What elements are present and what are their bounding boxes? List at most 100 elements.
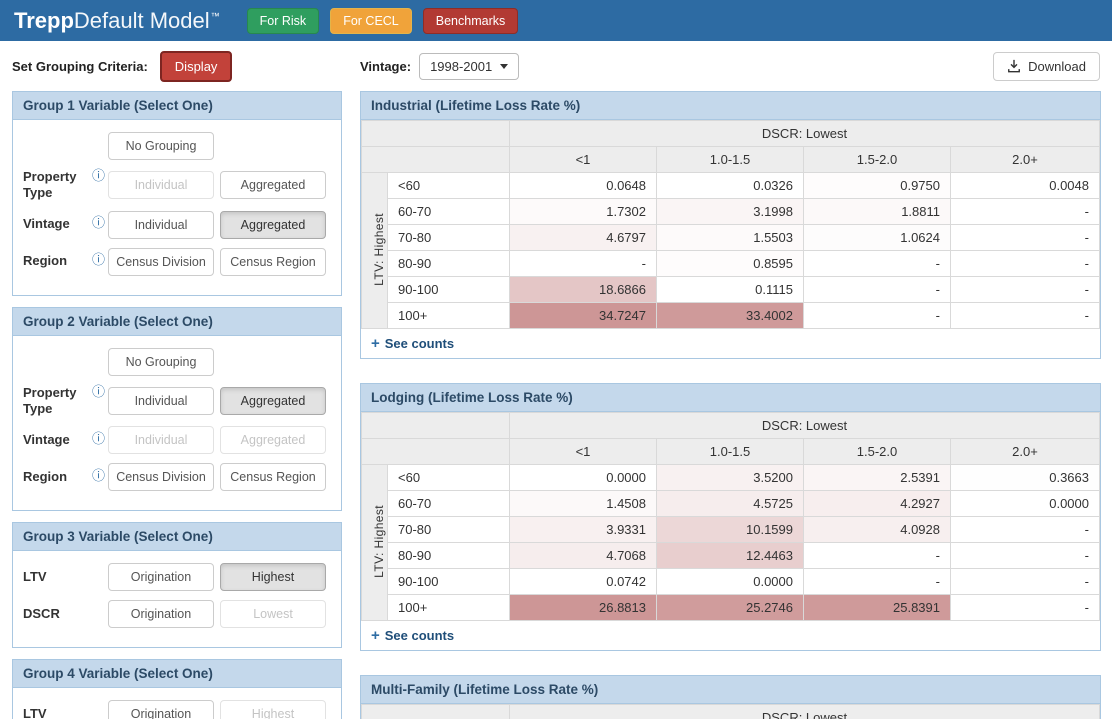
value-cell: 25.8391: [804, 595, 951, 621]
table-row: 80-904.706812.4463--: [362, 543, 1100, 569]
table-row: 60-701.73023.19981.8811-: [362, 199, 1100, 225]
option-button[interactable]: Aggregated: [220, 211, 326, 239]
info-icon[interactable]: ⓘ: [92, 168, 105, 184]
loss-rate-table: DSCR: Lowest<11.0-1.51.5-2.02.0+: [361, 704, 1100, 719]
option-label-text: LTV: [23, 569, 47, 584]
info-icon[interactable]: ⓘ: [92, 468, 105, 484]
value-cell: -: [804, 251, 951, 277]
row-header: 90-100: [388, 569, 510, 595]
brand-bold: Trepp: [14, 8, 74, 33]
group-panel: Group 2 Variable (Select One) No Grouping…: [12, 307, 342, 512]
value-cell: 4.5725: [657, 491, 804, 517]
value-cell: 4.2927: [804, 491, 951, 517]
option-button[interactable]: Census Region: [220, 463, 326, 491]
column-group-label: DSCR: Lowest: [510, 705, 1100, 719]
option-button[interactable]: Individual: [108, 387, 214, 415]
corner-cell: [362, 147, 510, 173]
option-button[interactable]: Highest: [220, 563, 326, 591]
vintage-select[interactable]: 1998-2001: [419, 53, 519, 80]
option-label: Property Type ⓘ: [23, 169, 108, 202]
row-header: 80-90: [388, 251, 510, 277]
value-cell: -: [804, 543, 951, 569]
option-label: LTV: [23, 569, 108, 585]
see-counts-label: See counts: [385, 336, 454, 351]
option-button[interactable]: Origination: [108, 600, 214, 628]
plus-icon: +: [371, 628, 380, 643]
info-icon[interactable]: ⓘ: [92, 431, 105, 447]
vintage-label: Vintage:: [360, 59, 411, 74]
value-cell: 0.0326: [657, 173, 804, 199]
column-header: <1: [510, 439, 657, 465]
table-title: Lodging (Lifetime Loss Rate %): [361, 384, 1100, 412]
no-grouping-button[interactable]: No Grouping: [108, 132, 214, 160]
info-icon[interactable]: ⓘ: [92, 215, 105, 231]
option-button: Aggregated: [220, 426, 326, 454]
option-button[interactable]: Aggregated: [220, 171, 326, 199]
brand-regular: Default Model: [74, 8, 210, 33]
display-button[interactable]: Display: [160, 51, 233, 82]
info-icon[interactable]: ⓘ: [92, 384, 105, 400]
table-panel: Multi-Family (Lifetime Loss Rate %)DSCR:…: [360, 675, 1101, 719]
corner-cell: [362, 439, 510, 465]
sidebar: Group 1 Variable (Select One)No Grouping…: [12, 91, 342, 719]
plus-icon: +: [371, 336, 380, 351]
download-label: Download: [1028, 59, 1086, 74]
group-panel: Group 3 Variable (Select One) LTV Originat…: [12, 522, 342, 648]
value-cell: 18.6866: [510, 277, 657, 303]
option-button[interactable]: Origination: [108, 700, 214, 719]
option-button[interactable]: Census Region: [220, 248, 326, 276]
option-button[interactable]: Census Division: [108, 463, 214, 491]
option-label-text: Region: [23, 253, 67, 268]
row-group-label: LTV: Highest: [372, 213, 386, 286]
corner-cell: [362, 121, 510, 147]
for-risk-button[interactable]: For Risk: [247, 8, 320, 34]
info-icon[interactable]: ⓘ: [92, 252, 105, 268]
see-counts-link[interactable]: + See counts: [371, 336, 454, 351]
value-cell: 4.7068: [510, 543, 657, 569]
corner-cell: [362, 413, 510, 439]
option-label: LTV: [23, 706, 108, 719]
option-button[interactable]: Origination: [108, 563, 214, 591]
option-button[interactable]: Census Division: [108, 248, 214, 276]
value-cell: -: [951, 543, 1100, 569]
value-cell: 1.5503: [657, 225, 804, 251]
column-header: 2.0+: [951, 439, 1100, 465]
no-grouping-button[interactable]: No Grouping: [108, 348, 214, 376]
value-cell: 0.3663: [951, 465, 1100, 491]
table-row: 100+26.881325.274625.8391-: [362, 595, 1100, 621]
option-label-text: Property Type: [23, 169, 76, 200]
option-label-text: Vintage: [23, 432, 70, 447]
row-header: 90-100: [388, 277, 510, 303]
app-logo: TreppDefault Model™: [14, 8, 220, 34]
value-cell: 34.7247: [510, 303, 657, 329]
value-cell: -: [951, 251, 1100, 277]
value-cell: 3.5200: [657, 465, 804, 491]
table-row: 70-804.67971.55031.0624-: [362, 225, 1100, 251]
benchmarks-button[interactable]: Benchmarks: [423, 8, 518, 34]
value-cell: 1.7302: [510, 199, 657, 225]
option-label: Vintageⓘ: [23, 216, 108, 232]
top-navbar: TreppDefault Model™ For Risk For CECL Be…: [0, 0, 1112, 41]
column-header: 2.0+: [951, 147, 1100, 173]
row-header: 70-80: [388, 225, 510, 251]
for-cecl-button[interactable]: For CECL: [330, 8, 412, 34]
row-header: 60-70: [388, 491, 510, 517]
option-button: Individual: [108, 426, 214, 454]
option-label: Property Typeⓘ: [23, 385, 108, 418]
option-button[interactable]: Individual: [108, 211, 214, 239]
option-label: Vintage ⓘ: [23, 432, 108, 448]
see-counts-link[interactable]: +See counts: [371, 628, 454, 643]
table-row: LTV: Highest<600.00003.52002.53910.3663: [362, 465, 1100, 491]
value-cell: 0.0048: [951, 173, 1100, 199]
option-button[interactable]: Aggregated: [220, 387, 326, 415]
group-panel-title: Group 3 Variable (Select One): [13, 523, 341, 551]
group-panel-title: Group 2 Variable (Select One): [13, 308, 341, 336]
option-button: Individual: [108, 171, 214, 199]
option-button: Lowest: [220, 600, 326, 628]
table-row: 70-803.933110.15994.0928-: [362, 517, 1100, 543]
value-cell: 0.0000: [510, 465, 657, 491]
grouping-criteria-section: Set Grouping Criteria: Display: [12, 51, 360, 82]
value-cell: 0.1115: [657, 277, 804, 303]
value-cell: -: [951, 277, 1100, 303]
download-button[interactable]: Download: [993, 52, 1100, 81]
